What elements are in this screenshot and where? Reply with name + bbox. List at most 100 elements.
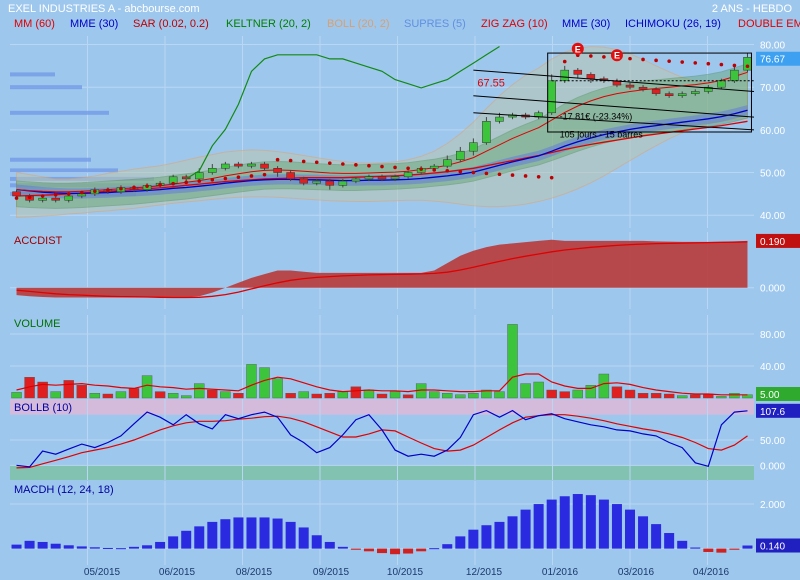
candle-body — [234, 163, 243, 167]
volume-bar — [559, 391, 570, 399]
volume-profile-bar — [10, 72, 55, 77]
macdh-bar — [468, 529, 479, 549]
candle-body — [730, 69, 739, 82]
x-tick-label: 04/2016 — [693, 567, 730, 578]
volume-bar — [311, 393, 322, 399]
volume-bar — [298, 391, 309, 399]
sar-dot — [158, 183, 162, 187]
sar-dot — [458, 169, 463, 174]
volume-bar — [624, 389, 636, 399]
sar-dot — [53, 192, 58, 197]
macdh-bar — [716, 548, 727, 553]
volume-bar — [167, 393, 179, 399]
candle-body — [247, 163, 256, 167]
volume-bar — [128, 388, 140, 399]
legend-item: MME (30) — [562, 18, 610, 30]
volume-bar — [729, 393, 740, 399]
volume-bar — [533, 381, 544, 399]
macdh-bar — [377, 548, 387, 554]
volume-bar — [677, 395, 688, 399]
macdh-bar — [363, 548, 374, 552]
candle-body — [691, 91, 700, 94]
y-tick-label: 80.00 — [760, 41, 785, 52]
sar-dot — [432, 168, 437, 172]
volume-bar — [611, 386, 623, 399]
sar-dot — [236, 175, 241, 180]
macdh-bar — [703, 548, 714, 552]
candle-body — [743, 57, 752, 71]
candle-body — [403, 172, 413, 178]
y-tick-label: 60.00 — [760, 126, 785, 137]
macdh-bar — [24, 540, 35, 549]
macdh-bar — [50, 543, 61, 549]
sar-dot — [275, 157, 280, 162]
sar-dot — [589, 54, 593, 58]
candle-body — [377, 176, 387, 180]
last-value-label: 5.00 — [760, 390, 780, 401]
sar-dot — [471, 170, 476, 175]
x-tick-label: 03/2016 — [618, 567, 655, 578]
macdh-bar — [651, 524, 662, 549]
bollb-pane: 50.00 0.000 BOLLB (10) 107.6 — [10, 399, 800, 480]
y-tick-label: 50.00 — [760, 436, 785, 447]
candle-body — [51, 197, 60, 201]
volume-bar — [650, 393, 662, 399]
candle-body — [12, 191, 21, 197]
legend-item: DOUBLE EM — [738, 18, 800, 30]
sar-dot — [667, 59, 671, 63]
candle-body — [325, 180, 335, 186]
sar-dot — [367, 163, 371, 168]
sar-dot — [745, 64, 750, 69]
candle-body — [651, 89, 661, 94]
sar-dot — [27, 195, 32, 200]
candle-body — [560, 69, 569, 82]
sar-dot — [210, 177, 215, 182]
x-tick-label: 10/2015 — [387, 567, 424, 578]
candle-body — [664, 93, 674, 96]
macdh-bar — [390, 548, 401, 555]
sar-dot — [79, 190, 84, 195]
macdh-bar — [76, 546, 87, 549]
legend-item: MME (30) — [70, 18, 118, 30]
macdh-bar — [11, 544, 22, 549]
pane-title: BOLLB (10) — [14, 402, 72, 414]
macdh-bar — [520, 509, 531, 549]
sar-dot — [40, 194, 45, 198]
volume-bar — [402, 394, 414, 399]
volume-bar — [115, 391, 127, 399]
macdh-bar — [142, 545, 153, 549]
volume-profile-bar — [10, 85, 82, 90]
sar-dot — [628, 56, 632, 61]
signal-marker-label: E — [614, 51, 620, 61]
volume-bar — [363, 389, 375, 399]
sar-dot — [171, 181, 175, 186]
volume-profile-bar — [10, 168, 118, 173]
legend-item: ZIG ZAG (10) — [481, 18, 548, 30]
macdh-bar — [572, 494, 583, 549]
candle-body — [38, 197, 47, 201]
sar-dot — [288, 158, 293, 163]
chart-title: EXEL INDUSTRIES A - abcbourse.com — [8, 3, 200, 15]
candle-body — [625, 84, 635, 88]
candle-body — [195, 172, 204, 180]
x-axis: 05/2015 06/2015 08/2015 09/2015 10/2015 12/20… — [84, 567, 730, 578]
legend-item: KELTNER (20, 2) — [226, 18, 311, 30]
x-tick-label: 05/2015 — [84, 567, 121, 578]
y-tick-label: 0.000 — [760, 461, 785, 472]
volume-bar — [76, 385, 87, 399]
price-pane: 80.00 70.00 60.00 50.00 40.00 67.55 -17.81€ (-… — [10, 36, 800, 228]
macdh-bar — [403, 548, 414, 554]
macdh-bar — [455, 536, 466, 549]
pane-title: MACDH (12, 24, 18) — [14, 484, 114, 496]
candle-body — [64, 195, 73, 201]
chart-panes: 80.00 70.00 60.00 50.00 40.00 67.55 -17.81€ (-… — [10, 36, 800, 565]
volume-bar — [546, 389, 557, 399]
sar-dot — [341, 162, 345, 166]
level-label: 67.55 — [477, 77, 505, 89]
macdh-bar — [416, 548, 427, 552]
volume-bar — [324, 393, 335, 399]
volume-bar — [89, 393, 101, 399]
candle-body — [208, 168, 217, 173]
last-value-label: 76.67 — [760, 55, 785, 66]
sar-dot — [523, 174, 528, 178]
